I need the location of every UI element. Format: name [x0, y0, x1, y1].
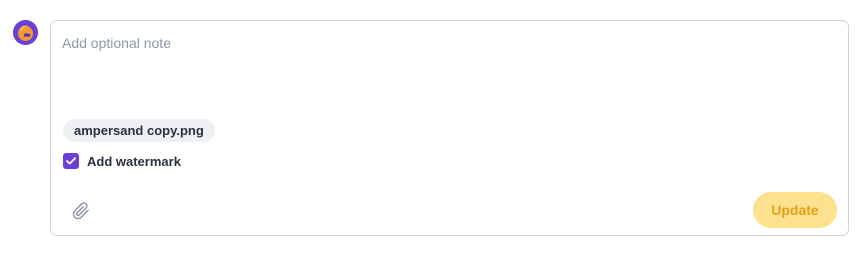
watermark-option[interactable]: Add watermark	[63, 153, 181, 169]
attach-file-button[interactable]	[70, 200, 92, 222]
watermark-label: Add watermark	[87, 153, 181, 169]
paperclip-icon	[72, 202, 89, 220]
attachment-filename: ampersand copy.png	[74, 123, 204, 138]
checkmark-icon	[66, 157, 76, 165]
comment-composer-area: ampersand copy.png Add watermark Update	[0, 0, 867, 255]
avatar-icon	[13, 20, 38, 45]
watermark-checkbox[interactable]	[63, 153, 79, 169]
attachment-chip[interactable]: ampersand copy.png	[63, 119, 215, 142]
note-input[interactable]	[62, 35, 832, 105]
update-button[interactable]: Update	[753, 192, 837, 228]
note-composer: ampersand copy.png Add watermark Update	[50, 20, 849, 236]
avatar	[13, 20, 38, 45]
